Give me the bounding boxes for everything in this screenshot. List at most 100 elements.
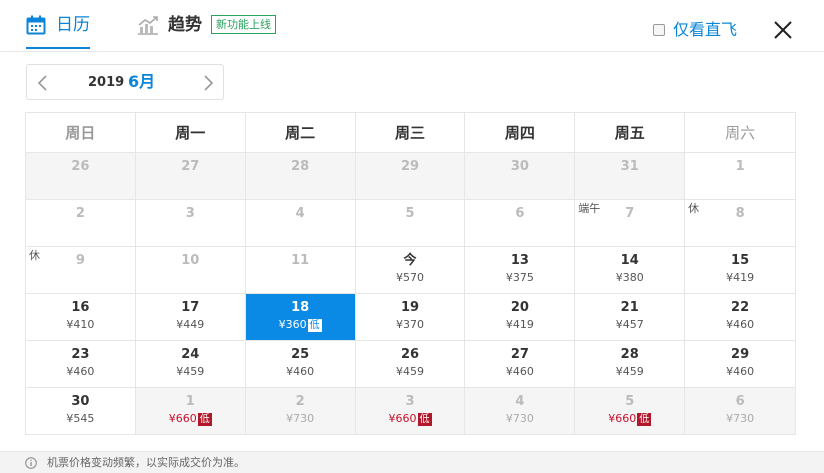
header: 日历 趋势 新功能上线 仅看直飞 — [0, 0, 824, 52]
calendar-day[interactable]: 17 ¥449 — [135, 294, 246, 341]
day-number: 10 — [181, 253, 200, 268]
calendar-day[interactable]: 27 ¥460 — [465, 341, 576, 388]
calendar-week-row: 休 9 10 11 今 ¥570 13 ¥375 14 ¥380 15 ¥419 — [26, 247, 797, 294]
close-icon[interactable] — [771, 18, 795, 42]
weekday-wed: 周三 — [355, 113, 466, 153]
day-price-value: ¥419 — [726, 271, 755, 284]
day-price: ¥419 — [685, 271, 795, 285]
day-price: ¥449 — [136, 318, 245, 332]
day-price-value: ¥460 — [66, 365, 95, 378]
calendar-day[interactable]: 5 ¥660 低 — [575, 388, 686, 435]
day-number: 30 — [71, 394, 90, 409]
calendar-day: 26 — [26, 153, 136, 200]
info-icon — [25, 457, 37, 469]
day-price-value: ¥457 — [615, 318, 644, 331]
footer: 机票价格变动频繁，以实际成交价为准。 — [0, 451, 824, 473]
direct-flight-filter[interactable]: 仅看直飞 — [653, 20, 737, 40]
chevron-left-icon[interactable] — [34, 73, 52, 93]
day-number: 2 — [295, 394, 305, 409]
tab-trend[interactable]: 趋势 新功能上线 — [137, 14, 276, 50]
day-number: 2 — [75, 206, 85, 221]
tab-calendar[interactable]: 日历 — [26, 14, 90, 50]
calendar-day[interactable]: 19 ¥370 — [355, 294, 466, 341]
chevron-right-icon[interactable] — [199, 73, 217, 93]
day-number: 29 — [400, 159, 420, 174]
day-price-value: ¥460 — [505, 365, 534, 378]
day-number: 18 — [291, 300, 310, 315]
tab-trend-label: 趋势 — [168, 15, 202, 35]
day-price-value: ¥459 — [396, 365, 424, 378]
calendar-day[interactable]: 3 ¥660 低 — [355, 388, 466, 435]
day-price-value: ¥660 — [168, 412, 197, 425]
day-number: 8 — [735, 206, 745, 221]
day-number: 5 — [625, 394, 635, 409]
calendar-icon — [26, 15, 46, 35]
calendar-day: 5 — [355, 200, 466, 247]
day-number: 1 — [735, 159, 745, 174]
calendar-day[interactable]: 4 ¥730 — [465, 388, 576, 435]
day-price: ¥545 — [26, 412, 135, 426]
weekday-fri: 周五 — [575, 113, 686, 153]
calendar-day[interactable]: 23 ¥460 — [26, 341, 136, 388]
day-price: ¥410 — [26, 318, 135, 332]
calendar-week-row: 26 27 28 29 30 31 1 — [26, 153, 797, 200]
calendar-day[interactable]: 25 ¥460 — [245, 341, 356, 388]
calendar-day: 3 — [135, 200, 246, 247]
day-number: 3 — [405, 394, 415, 409]
calendar-day[interactable]: 30 ¥545 — [26, 388, 136, 435]
day-number: 31 — [620, 159, 639, 174]
calendar-day: 11 — [245, 247, 356, 294]
calendar-day[interactable]: 14 ¥380 — [575, 247, 686, 294]
calendar-day[interactable]: 1 ¥660 低 — [135, 388, 246, 435]
calendar-day[interactable]: 今 ¥570 — [355, 247, 466, 294]
calendar-day-selected[interactable]: 18 ¥360 低 — [245, 294, 356, 341]
day-number: 11 — [291, 253, 310, 268]
day-number: 22 — [731, 300, 750, 315]
calendar-week-row: 2 3 4 5 6 端午 7 休 8 — [26, 200, 797, 247]
direct-flight-label: 仅看直飞 — [673, 20, 738, 39]
weekday-mon: 周一 — [135, 113, 246, 153]
calendar-day: 1 — [685, 153, 797, 200]
calendar-day[interactable]: 28 ¥459 — [575, 341, 686, 388]
calendar-week-row: 23 ¥460 24 ¥459 25 ¥460 26 ¥459 27 ¥460 28 ¥459 29 ¥4… — [26, 341, 797, 388]
calendar-day[interactable]: 2 ¥730 — [245, 388, 356, 435]
calendar-day: 27 — [135, 153, 246, 200]
calendar-day[interactable]: 21 ¥457 — [575, 294, 686, 341]
calendar-day: 4 — [245, 200, 356, 247]
calendar-grid: 周日 周一 周二 周三 周四 周五 周六 26 27 28 29 30 31 1 2 3 4 5 6 端… — [25, 112, 797, 435]
day-number: 4 — [515, 394, 525, 409]
day-price: ¥459 — [356, 365, 465, 379]
day-number: 13 — [510, 253, 529, 268]
day-number: 4 — [295, 206, 305, 221]
day-price-value: ¥459 — [615, 365, 644, 378]
day-price: ¥460 — [685, 318, 795, 332]
day-price-value: ¥370 — [396, 318, 424, 331]
day-price: ¥370 — [356, 318, 465, 332]
day-number: 9 — [75, 253, 85, 268]
day-price-value: ¥730 — [286, 412, 315, 425]
day-number: 14 — [620, 253, 639, 268]
calendar-day: 10 — [135, 247, 246, 294]
calendar-day[interactable]: 6 ¥730 — [685, 388, 797, 435]
day-price-value: ¥449 — [176, 318, 205, 331]
calendar-weeks: 26 27 28 29 30 31 1 2 3 4 5 6 端午 7 休 8 休 9 10 11 今 ¥570 13 ¥375… — [26, 153, 797, 435]
day-price-value: ¥419 — [505, 318, 534, 331]
calendar-day[interactable]: 26 ¥459 — [355, 341, 466, 388]
direct-flight-checkbox[interactable] — [653, 24, 665, 36]
calendar-day[interactable]: 15 ¥419 — [685, 247, 797, 294]
day-price: ¥360 低 — [246, 318, 355, 332]
calendar-day[interactable]: 16 ¥410 — [26, 294, 136, 341]
calendar-day[interactable]: 20 ¥419 — [465, 294, 576, 341]
calendar-day[interactable]: 13 ¥375 — [465, 247, 576, 294]
day-price: ¥660 低 — [136, 412, 245, 426]
calendar-day[interactable]: 29 ¥460 — [685, 341, 797, 388]
day-price: ¥457 — [575, 318, 684, 332]
lowest-price-badge: 低 — [637, 413, 652, 426]
day-price-value: ¥459 — [176, 365, 205, 378]
calendar-day: 端午 7 — [575, 200, 686, 247]
calendar-day[interactable]: 24 ¥459 — [135, 341, 246, 388]
lowest-price-badge: 低 — [307, 319, 322, 332]
weekday-sat: 周六 — [685, 113, 797, 153]
calendar-day[interactable]: 22 ¥460 — [685, 294, 797, 341]
weekday-header-row: 周日 周一 周二 周三 周四 周五 周六 — [26, 113, 797, 153]
